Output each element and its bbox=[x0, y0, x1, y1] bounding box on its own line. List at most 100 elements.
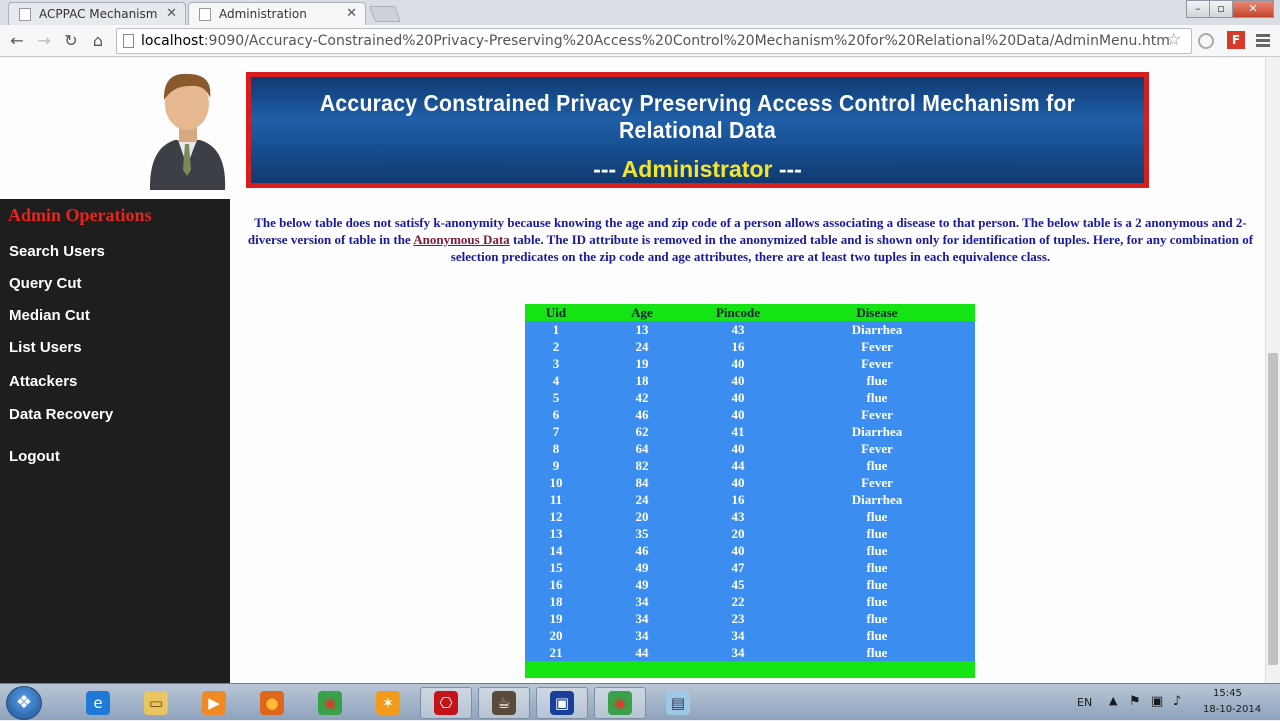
maximize-button[interactable]: ▫ bbox=[1209, 0, 1233, 18]
table-row: 16 49 45 flue bbox=[525, 576, 975, 593]
taskbar-ie-button[interactable]: e bbox=[72, 687, 124, 719]
sidebar-item-list-users[interactable]: List Users bbox=[9, 339, 82, 356]
close-window-button[interactable]: ✕ bbox=[1232, 0, 1274, 18]
taskbar-notepad-button[interactable]: ▤ bbox=[652, 687, 704, 719]
sidebar-item-logout[interactable]: Logout bbox=[9, 448, 60, 465]
taskbar-acrobat-button[interactable]: ⎔ bbox=[420, 687, 472, 719]
sidebar-item-median-cut[interactable]: Median Cut bbox=[9, 307, 90, 324]
language-indicator[interactable]: EN bbox=[1077, 696, 1092, 709]
cell-uid: 9 bbox=[525, 457, 587, 474]
action-center-flag-icon[interactable]: ⚑ bbox=[1129, 694, 1141, 709]
cell-pincode: 34 bbox=[697, 644, 779, 661]
taskbar-firefox-button[interactable]: ● bbox=[246, 687, 298, 719]
column-header-pincode: Pincode bbox=[697, 304, 779, 321]
firefox-icon: ● bbox=[260, 691, 284, 715]
table-row: 4 18 40 flue bbox=[525, 372, 975, 389]
description-text: table. The ID attribute is removed in th… bbox=[450, 232, 1254, 264]
admin-avatar-icon bbox=[149, 73, 226, 190]
bookmark-star-icon[interactable]: ☆ bbox=[1166, 30, 1181, 50]
clock-date[interactable]: 18-10-2014 bbox=[1203, 704, 1261, 715]
table-row: 8 64 40 Fever bbox=[525, 440, 975, 457]
cell-age: 13 bbox=[587, 321, 697, 338]
sidebar-item-query-cut[interactable]: Query Cut bbox=[9, 275, 82, 292]
table-row: 7 62 41 Diarrhea bbox=[525, 423, 975, 440]
cell-uid: 20 bbox=[525, 627, 587, 644]
remote-icon: ▣ bbox=[550, 691, 574, 715]
tab-administration[interactable]: Administration ✕ bbox=[188, 2, 366, 25]
extension-f-icon[interactable]: F bbox=[1227, 31, 1245, 49]
column-header-uid: Uid bbox=[525, 304, 587, 321]
cell-uid: 14 bbox=[525, 542, 587, 559]
home-icon[interactable]: ⌂ bbox=[87, 30, 109, 52]
banner-title: Accuracy Constrained Privacy Preserving … bbox=[319, 90, 1076, 143]
sidebar-item-attackers[interactable]: Attackers bbox=[9, 373, 77, 390]
cell-uid: 11 bbox=[525, 491, 587, 508]
address-bar[interactable]: localhost:9090/Accuracy-Constrained%20Pr… bbox=[116, 28, 1192, 54]
cell-uid: 16 bbox=[525, 576, 587, 593]
cell-pincode: 20 bbox=[697, 525, 779, 542]
table-row: 19 34 23 flue bbox=[525, 610, 975, 627]
acrobat-icon: ⎔ bbox=[434, 691, 458, 715]
table-row: 12 20 43 flue bbox=[525, 508, 975, 525]
cell-age: 18 bbox=[587, 372, 697, 389]
table-body: 1 13 43 Diarrhea 2 24 16 Fever 3 19 40 Fever 4 18 40 fl… bbox=[525, 321, 975, 678]
menu-icon[interactable] bbox=[1256, 34, 1270, 49]
taskbar-explorer-button[interactable]: ▭ bbox=[130, 687, 182, 719]
scrollbar-thumb[interactable] bbox=[1268, 353, 1278, 665]
tab-acppac-mechanism[interactable]: ACPPAC Mechanism ✕ bbox=[8, 2, 186, 25]
banner-sub-suffix: --- bbox=[772, 156, 802, 182]
table-row: 2 24 16 Fever bbox=[525, 338, 975, 355]
table-row: 5 42 40 flue bbox=[525, 389, 975, 406]
taskbar-chrome-button[interactable]: ◉ bbox=[304, 687, 356, 719]
show-hidden-icons-icon[interactable]: ▲ bbox=[1109, 694, 1117, 707]
cell-pincode: 40 bbox=[697, 389, 779, 406]
cell-pincode: 16 bbox=[697, 491, 779, 508]
clock-time[interactable]: 15:45 bbox=[1213, 688, 1242, 699]
cell-age: 24 bbox=[587, 338, 697, 355]
sidebar-item-search-users[interactable]: Search Users bbox=[9, 243, 105, 260]
new-tab-button[interactable] bbox=[369, 6, 401, 22]
cell-uid: 21 bbox=[525, 644, 587, 661]
volume-icon[interactable]: ♪ bbox=[1173, 694, 1181, 709]
table-row: 3 19 40 Fever bbox=[525, 355, 975, 372]
minimize-button[interactable]: – bbox=[1186, 0, 1210, 18]
back-arrow-icon[interactable]: ← bbox=[6, 30, 28, 52]
page-scrollbar[interactable] bbox=[1265, 58, 1280, 683]
network-icon[interactable]: ▣ bbox=[1151, 694, 1163, 709]
start-button[interactable]: ❖ bbox=[6, 686, 42, 720]
sidebar-item-data-recovery[interactable]: Data Recovery bbox=[9, 406, 113, 423]
anonymized-data-table: Uid Age Pincode Disease 1 13 43 Diarrhea 2 24… bbox=[525, 304, 975, 678]
cell-pincode: 40 bbox=[697, 440, 779, 457]
taskbar-chrome-button[interactable]: ◉ bbox=[594, 687, 646, 719]
cell-age: 64 bbox=[587, 440, 697, 457]
taskbar-remote-button[interactable]: ▣ bbox=[536, 687, 588, 719]
table-row: 10 84 40 Fever bbox=[525, 474, 975, 491]
tab-close-icon[interactable]: ✕ bbox=[346, 6, 357, 21]
table-row: 6 46 40 Fever bbox=[525, 406, 975, 423]
taskbar-avast-button[interactable]: ✶ bbox=[362, 687, 414, 719]
anonymous-data-link[interactable]: Anonymous Data bbox=[413, 232, 509, 247]
cell-age: 46 bbox=[587, 406, 697, 423]
reload-icon[interactable]: ↻ bbox=[60, 30, 82, 52]
cell-uid: 8 bbox=[525, 440, 587, 457]
forward-arrow-icon[interactable]: → bbox=[33, 30, 55, 52]
cell-pincode: 40 bbox=[697, 406, 779, 423]
table-row: 1 13 43 Diarrhea bbox=[525, 321, 975, 338]
cell-uid: 2 bbox=[525, 338, 587, 355]
java-ee-icon: ☕ bbox=[492, 691, 516, 715]
cell-age: 49 bbox=[587, 576, 697, 593]
extension-icon[interactable] bbox=[1198, 33, 1214, 49]
system-tray: EN ▲ ⚑ ▣ ♪ 15:45 18-10-2014 bbox=[1065, 684, 1280, 721]
cell-age: 35 bbox=[587, 525, 697, 542]
cell-uid: 7 bbox=[525, 423, 587, 440]
taskbar-java-ee-button[interactable]: ☕ bbox=[478, 687, 530, 719]
cell-age: 34 bbox=[587, 610, 697, 627]
tab-close-icon[interactable]: ✕ bbox=[166, 6, 177, 21]
cell-pincode: 34 bbox=[697, 627, 779, 644]
cell-pincode: 40 bbox=[697, 355, 779, 372]
browser-toolbar: ← → ↻ ⌂ localhost:9090/Accuracy-Constrai… bbox=[0, 25, 1280, 57]
taskbar-media-player-button[interactable]: ▶ bbox=[188, 687, 240, 719]
cell-disease: flue bbox=[779, 593, 975, 610]
cell-uid: 19 bbox=[525, 610, 587, 627]
cell-disease: Diarrhea bbox=[779, 321, 975, 338]
